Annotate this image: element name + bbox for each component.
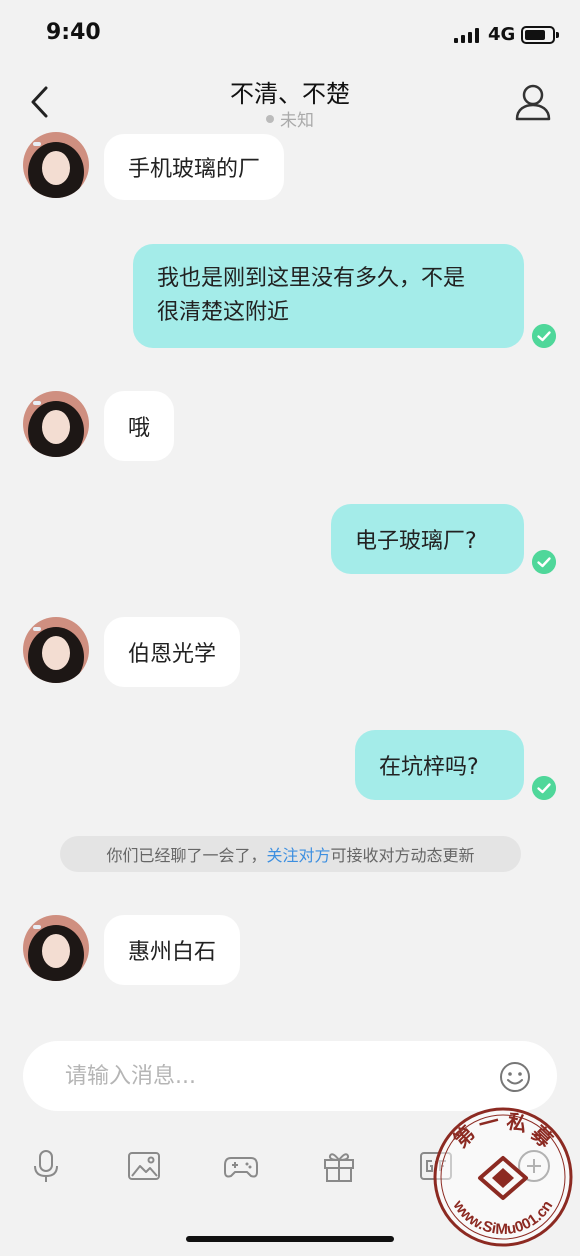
message-input-box	[23, 1041, 557, 1111]
profile-icon[interactable]	[514, 82, 552, 122]
home-indicator	[186, 1236, 394, 1242]
follow-link[interactable]: 关注对方	[266, 842, 330, 866]
emoji-icon[interactable]	[499, 1061, 531, 1093]
gift-icon[interactable]	[321, 1148, 357, 1184]
message-line: 很清楚这附近	[157, 300, 290, 325]
avatar[interactable]	[23, 915, 89, 981]
game-icon[interactable]	[223, 1148, 259, 1184]
notice-text: 可接收对方动态更新	[330, 846, 475, 865]
read-check-icon	[532, 550, 556, 574]
read-check-icon	[532, 324, 556, 348]
avatar[interactable]	[23, 617, 89, 683]
signal-icon	[454, 28, 479, 43]
message-bubble[interactable]: 我也是刚到这里没有多久，不是 很清楚这附近	[133, 244, 524, 348]
image-icon[interactable]	[126, 1148, 162, 1184]
watermark-stamp: 第 一 私 募 www.SiMu001.cn	[433, 1107, 573, 1247]
system-notice: 你们已经聊了一会了， 关注对方 可接收对方动态更新	[60, 836, 521, 872]
message-input[interactable]	[65, 1055, 465, 1097]
notice-text: 你们已经聊了一会了，	[106, 846, 267, 865]
message-bubble[interactable]: 伯恩光学	[104, 617, 241, 687]
online-status: 未知	[0, 106, 580, 131]
page-title: 不清、不楚	[230, 80, 350, 108]
message-bubble[interactable]: 电子玻璃厂?	[331, 504, 524, 574]
message-bubble[interactable]: 惠州白石	[104, 915, 241, 985]
avatar[interactable]	[23, 132, 89, 198]
read-check-icon	[532, 776, 556, 800]
nav-bar: 不清、不楚 未知	[0, 70, 580, 134]
avatar[interactable]	[23, 391, 89, 457]
battery-icon	[521, 26, 559, 44]
message-bubble[interactable]: 手机玻璃的厂	[104, 134, 285, 200]
message-bubble[interactable]: 在坑梓吗?	[355, 730, 524, 800]
mic-icon[interactable]	[28, 1148, 64, 1184]
status-dot-icon	[266, 115, 274, 123]
status-time: 9:40	[46, 20, 101, 45]
message-line: 我也是刚到这里没有多久，不是	[157, 266, 466, 291]
message-bubble[interactable]: 哦	[104, 391, 175, 461]
network-label: 4G	[488, 24, 516, 45]
status-bar: 9:40 4G	[0, 0, 580, 70]
online-status-label: 未知	[280, 111, 314, 131]
